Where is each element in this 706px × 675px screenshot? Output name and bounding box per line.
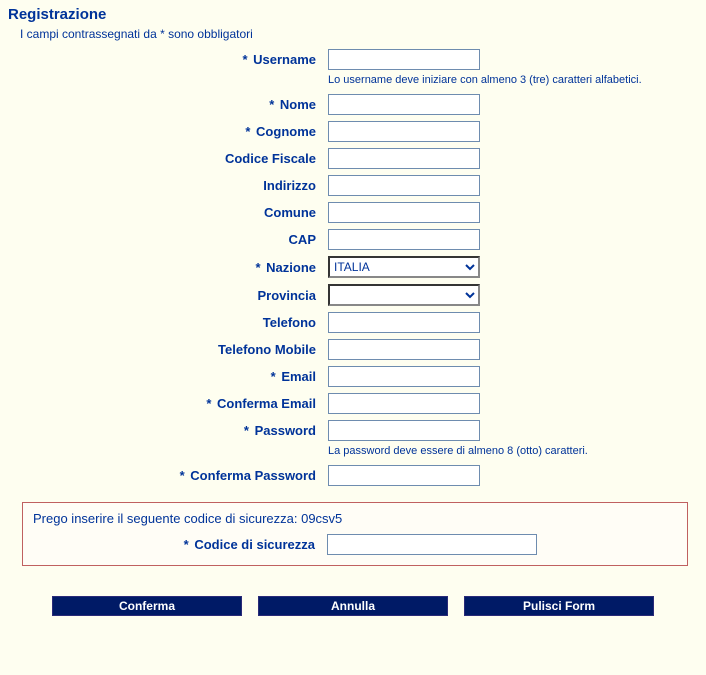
field-row-conferma-password: * Conferma Password [8, 465, 698, 486]
field-row-nome: * Nome [8, 94, 698, 115]
input-codice-fiscale[interactable] [328, 148, 480, 169]
label-comune: Comune [8, 205, 328, 220]
field-row-indirizzo: Indirizzo [8, 175, 698, 196]
field-row-cap: CAP [8, 229, 698, 250]
input-nome[interactable] [328, 94, 480, 115]
label-text-codice-fiscale: Codice Fiscale [225, 151, 316, 166]
label-conferma-email: * Conferma Email [8, 396, 328, 411]
label-username: * Username [8, 52, 328, 67]
label-nazione: * Nazione [8, 260, 328, 275]
input-security-code[interactable] [327, 534, 537, 555]
security-code: 09csv5 [301, 511, 342, 526]
field-row-email: * Email [8, 366, 698, 387]
input-comune[interactable] [328, 202, 480, 223]
label-telefono-mobile: Telefono Mobile [8, 342, 328, 357]
label-text-nazione: Nazione [266, 260, 316, 275]
label-text-provincia: Provincia [257, 288, 316, 303]
input-cognome[interactable] [328, 121, 480, 142]
required-marker: * [255, 260, 260, 275]
security-prompt-prefix: Prego inserire il seguente codice di sic… [33, 511, 301, 526]
input-telefono-mobile[interactable] [328, 339, 480, 360]
label-text-cognome: Cognome [256, 124, 316, 139]
hint-password: La password deve essere di almeno 8 (ott… [328, 445, 698, 457]
label-text-conferma-email: Conferma Email [217, 396, 316, 411]
required-note: I campi contrassegnati da * sono obbliga… [20, 27, 698, 41]
required-marker: * [206, 396, 211, 411]
input-conferma-email[interactable] [328, 393, 480, 414]
label-text-password: Password [255, 423, 316, 438]
select-provincia[interactable] [328, 284, 480, 306]
button-bar: Conferma Annulla Pulisci Form [8, 596, 698, 616]
field-row-password: * Password [8, 420, 698, 441]
input-conferma-password[interactable] [328, 465, 480, 486]
field-row-cognome: * Cognome [8, 121, 698, 142]
label-email: * Email [8, 369, 328, 384]
page-title: Registrazione [8, 6, 698, 23]
cancel-button[interactable]: Annulla [258, 596, 448, 616]
label-nome: * Nome [8, 97, 328, 112]
required-marker: * [242, 52, 247, 67]
label-text-security: Codice di sicurezza [194, 537, 315, 552]
security-prompt: Prego inserire il seguente codice di sic… [33, 511, 677, 526]
field-row-codice-fiscale: Codice Fiscale [8, 148, 698, 169]
label-text-telefono-mobile: Telefono Mobile [218, 342, 316, 357]
label-indirizzo: Indirizzo [8, 178, 328, 193]
field-row-comune: Comune [8, 202, 698, 223]
input-indirizzo[interactable] [328, 175, 480, 196]
input-telefono[interactable] [328, 312, 480, 333]
input-email[interactable] [328, 366, 480, 387]
required-marker: * [180, 468, 185, 483]
field-row-nazione: * Nazione ITALIA [8, 256, 698, 278]
required-marker: * [244, 423, 249, 438]
label-text-nome: Nome [280, 97, 316, 112]
security-box: Prego inserire il seguente codice di sic… [22, 502, 688, 566]
field-row-provincia: Provincia [8, 284, 698, 306]
label-text-conferma-password: Conferma Password [190, 468, 316, 483]
label-text-cap: CAP [289, 232, 316, 247]
input-cap[interactable] [328, 229, 480, 250]
confirm-button[interactable]: Conferma [52, 596, 242, 616]
hint-username: Lo username deve iniziare con almeno 3 (… [328, 74, 698, 86]
label-text-username: Username [253, 52, 316, 67]
label-conferma-password: * Conferma Password [8, 468, 328, 483]
input-password[interactable] [328, 420, 480, 441]
label-cap: CAP [8, 232, 328, 247]
field-row-username: * Username [8, 49, 698, 70]
label-cognome: * Cognome [8, 124, 328, 139]
field-row-security: * Codice di sicurezza [33, 534, 677, 555]
label-telefono: Telefono [8, 315, 328, 330]
reset-button[interactable]: Pulisci Form [464, 596, 654, 616]
required-marker: * [245, 124, 250, 139]
field-row-conferma-email: * Conferma Email [8, 393, 698, 414]
select-nazione[interactable]: ITALIA [328, 256, 480, 278]
field-row-telefono-mobile: Telefono Mobile [8, 339, 698, 360]
label-security: * Codice di sicurezza [33, 537, 327, 552]
required-marker: * [184, 537, 189, 552]
label-text-email: Email [281, 369, 316, 384]
label-provincia: Provincia [8, 288, 328, 303]
label-text-comune: Comune [264, 205, 316, 220]
field-row-telefono: Telefono [8, 312, 698, 333]
input-username[interactable] [328, 49, 480, 70]
label-password: * Password [8, 423, 328, 438]
required-marker: * [269, 97, 274, 112]
label-text-indirizzo: Indirizzo [263, 178, 316, 193]
registration-form: Registrazione I campi contrassegnati da … [0, 0, 706, 628]
label-text-telefono: Telefono [263, 315, 316, 330]
required-marker: * [271, 369, 276, 384]
label-codice-fiscale: Codice Fiscale [8, 151, 328, 166]
